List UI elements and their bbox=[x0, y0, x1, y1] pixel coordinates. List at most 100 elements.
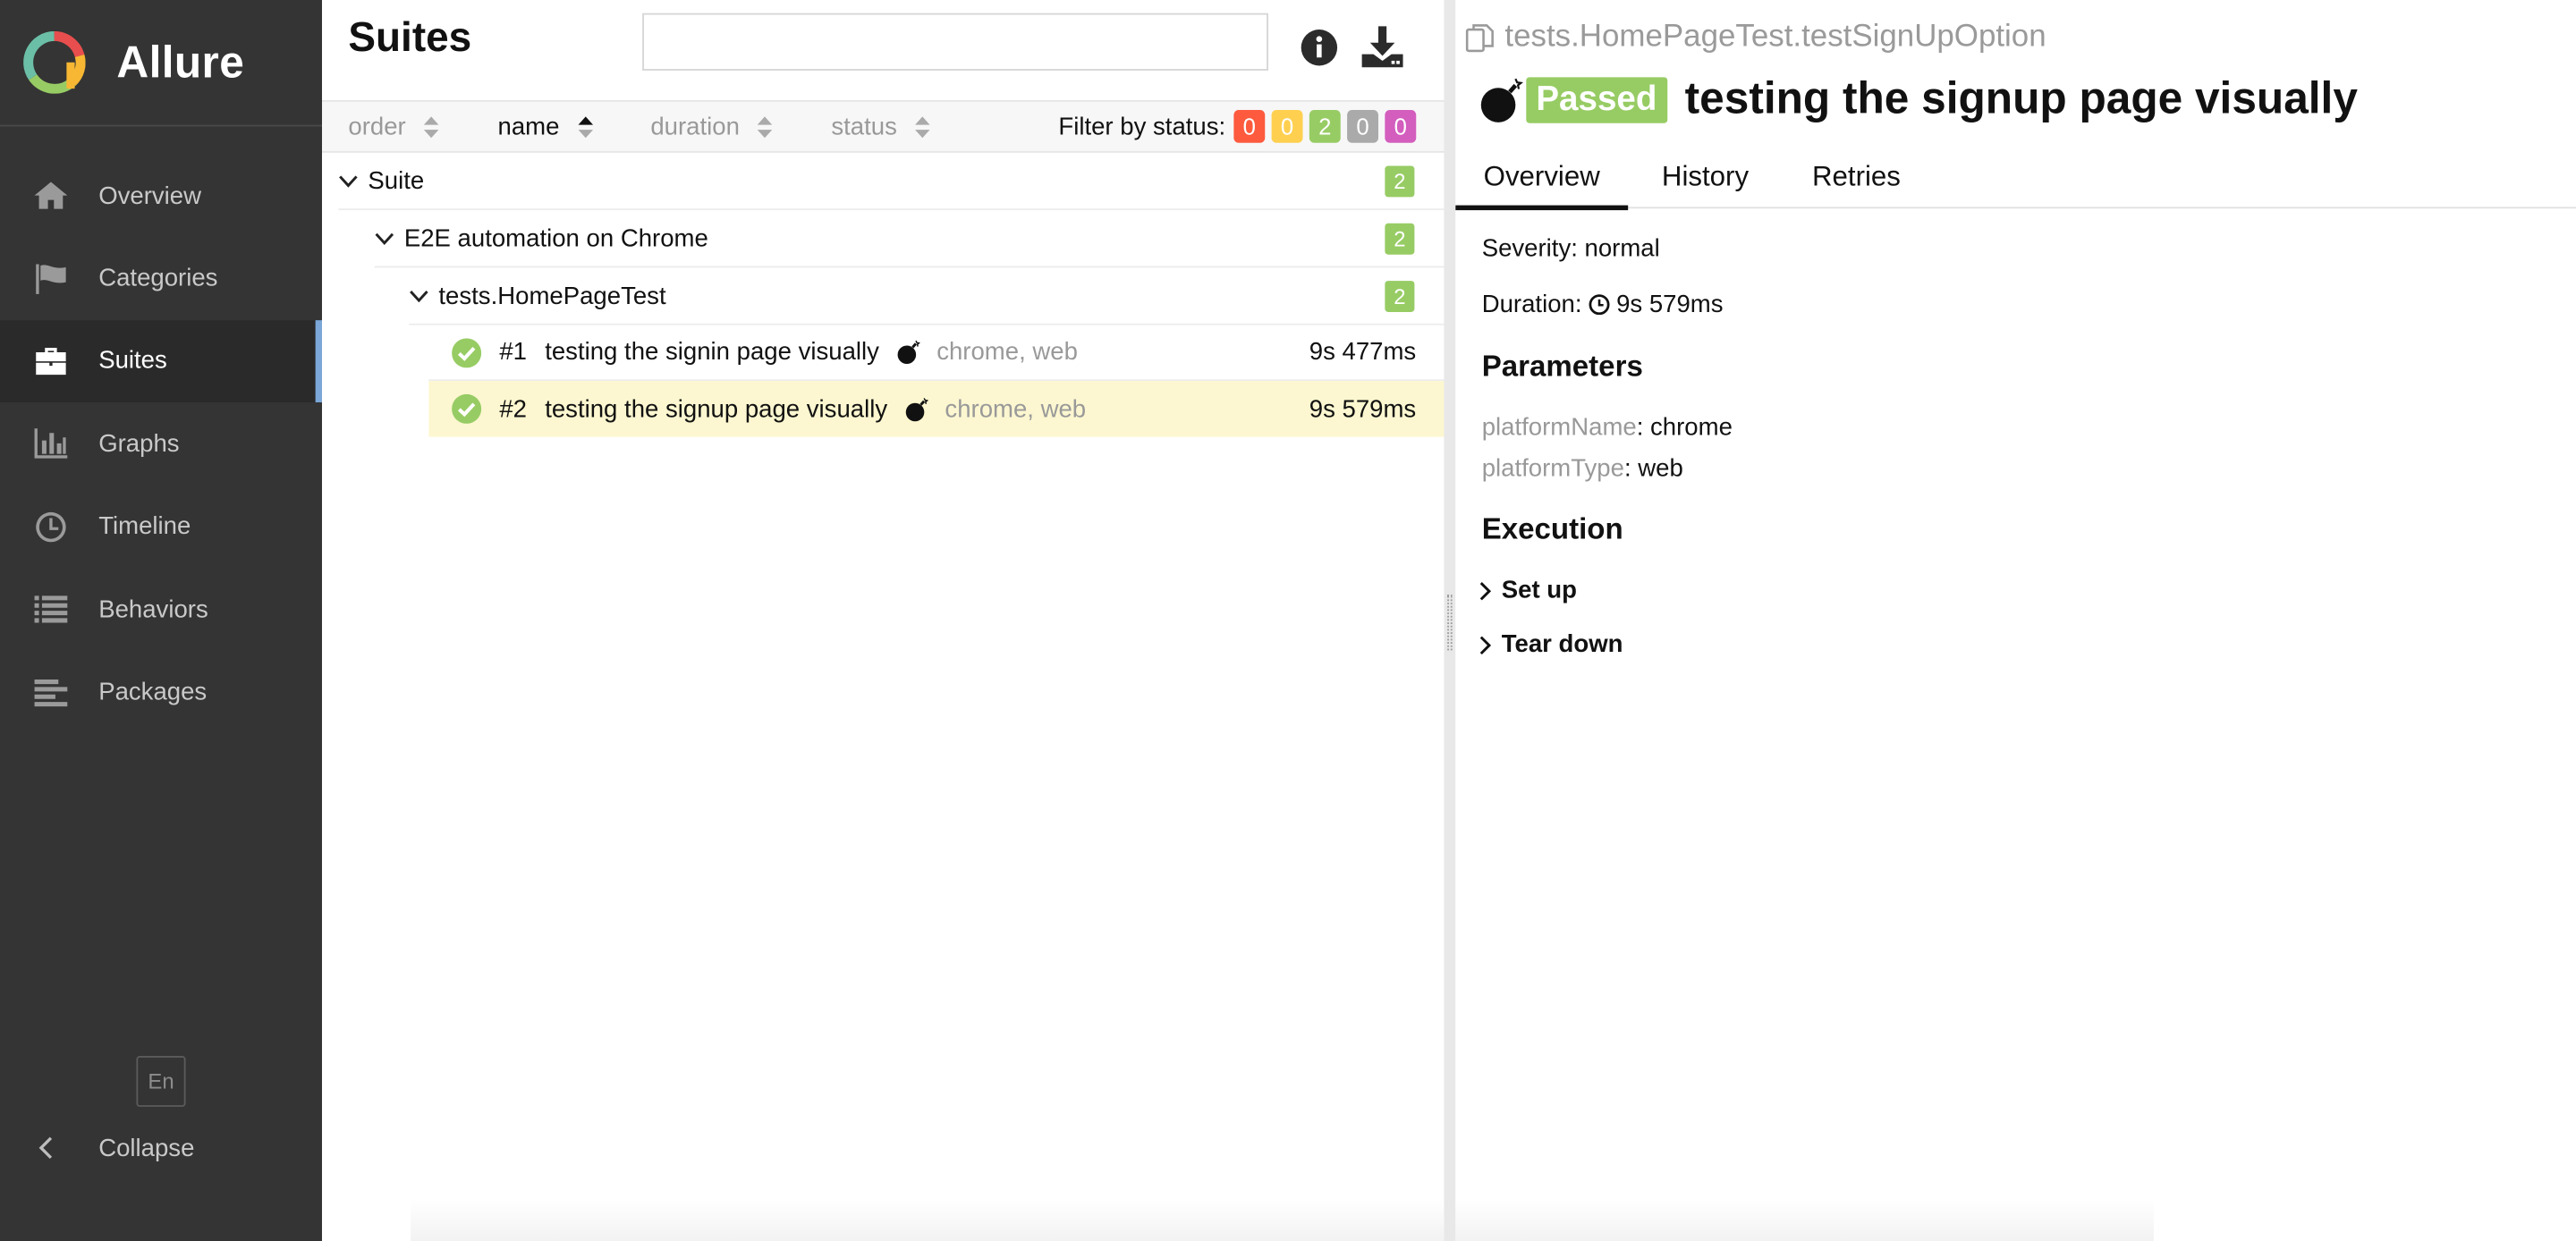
test-number: #1 bbox=[499, 338, 528, 367]
sidebar-item-packages[interactable]: Packages bbox=[0, 651, 322, 734]
sidebar-item-label: Suites bbox=[98, 347, 167, 376]
allure-logo-icon bbox=[23, 30, 86, 94]
sort-status-label: status bbox=[831, 113, 897, 141]
bar-chart-icon bbox=[31, 426, 71, 461]
passed-icon bbox=[452, 337, 482, 367]
sidebar-item-behaviors[interactable]: Behaviors bbox=[0, 568, 322, 651]
filter-broken-badge[interactable]: 0 bbox=[1271, 110, 1303, 143]
sidebar-item-label: Graphs bbox=[98, 429, 180, 459]
collapse-button[interactable]: Collapse bbox=[0, 1123, 194, 1172]
test-name: testing the signin page visually bbox=[545, 338, 879, 367]
breadcrumb: tests.HomePageTest.testSignUpOption bbox=[1465, 20, 2046, 55]
bomb-icon bbox=[897, 340, 920, 365]
suites-panel: Suites order name duration status Filter… bbox=[321, 0, 1445, 1241]
step-set-up[interactable]: Set up bbox=[1479, 577, 1577, 604]
filter-passed-badge[interactable]: 2 bbox=[1309, 110, 1341, 143]
copy-icon[interactable] bbox=[1465, 23, 1495, 53]
count-badge: 2 bbox=[1385, 165, 1415, 198]
download-icon[interactable] bbox=[1360, 25, 1405, 70]
chevron-down-icon bbox=[339, 175, 358, 188]
page-title: Suites bbox=[348, 14, 472, 61]
splitter-grip[interactable] bbox=[1447, 594, 1453, 651]
test-details-panel: tests.HomePageTest.testSignUpOption Pass… bbox=[1455, 0, 2576, 1241]
info-icon[interactable] bbox=[1300, 28, 1339, 67]
sidebar-item-label: Behaviors bbox=[98, 595, 208, 624]
status-filter: Filter by status: 0 0 2 0 0 bbox=[1058, 110, 1417, 143]
briefcase-icon bbox=[31, 343, 71, 379]
tree-node-class[interactable]: tests.HomePageTest 2 bbox=[322, 267, 1445, 325]
sidebar: Allure Overview Categories Suites Graphs… bbox=[0, 0, 322, 1241]
sidebar-nav: Overview Categories Suites Graphs Timeli… bbox=[0, 155, 322, 734]
language-switch[interactable]: En bbox=[136, 1055, 186, 1107]
sort-duration-label: duration bbox=[650, 113, 740, 141]
list-icon bbox=[31, 591, 71, 627]
sidebar-item-graphs[interactable]: Graphs bbox=[0, 402, 322, 485]
sidebar-item-timeline[interactable]: Timeline bbox=[0, 485, 322, 569]
sidebar-item-suites[interactable]: Suites bbox=[0, 319, 322, 404]
sidebar-item-categories[interactable]: Categories bbox=[0, 237, 322, 320]
search-input[interactable] bbox=[642, 13, 1268, 71]
tree-node-label: Suite bbox=[368, 167, 425, 196]
flag-icon bbox=[31, 260, 71, 296]
chevron-right-icon bbox=[1479, 581, 1492, 600]
filter-label: Filter by status: bbox=[1058, 112, 1226, 141]
sidebar-item-overview[interactable]: Overview bbox=[0, 155, 322, 238]
chevron-down-icon bbox=[410, 291, 428, 303]
brand-name: Allure bbox=[116, 37, 245, 87]
severity: Severity: normal bbox=[1481, 234, 1660, 263]
test-title: testing the signup page visually bbox=[1684, 73, 2358, 123]
duration-value: 9s 579ms bbox=[1616, 291, 1724, 319]
filter-failed-badge[interactable]: 0 bbox=[1233, 110, 1266, 143]
breadcrumb-text: tests.HomePageTest.testSignUpOption bbox=[1504, 20, 2046, 55]
tab-retries[interactable]: Retries bbox=[1794, 145, 1919, 209]
parameter-key: platformType bbox=[1481, 454, 1624, 483]
sort-name-label: name bbox=[497, 113, 560, 141]
parameter-value: : chrome bbox=[1636, 413, 1733, 443]
test-row-selected[interactable]: #2 testing the signup page visually chro… bbox=[428, 381, 1445, 437]
bomb-icon bbox=[1480, 77, 1523, 122]
align-left-icon bbox=[31, 674, 71, 710]
sort-status[interactable]: status bbox=[831, 113, 930, 141]
test-number: #2 bbox=[499, 394, 528, 423]
count-badge: 2 bbox=[1385, 281, 1415, 312]
sort-duration[interactable]: duration bbox=[650, 113, 773, 141]
sort-icon bbox=[915, 116, 930, 139]
chevron-left-icon bbox=[38, 1136, 53, 1160]
test-row[interactable]: #1 testing the signin page visually chro… bbox=[428, 325, 1445, 382]
scroll-shadow bbox=[411, 1198, 1445, 1241]
filter-skipped-badge[interactable]: 0 bbox=[1347, 110, 1378, 143]
parameter-row: platformName : chrome bbox=[1482, 414, 1733, 442]
tree-node-group[interactable]: E2E automation on Chrome 2 bbox=[322, 210, 1445, 268]
step-tear-down[interactable]: Tear down bbox=[1479, 630, 1623, 659]
passed-icon bbox=[452, 393, 482, 424]
collapse-label: Collapse bbox=[98, 1134, 195, 1162]
clock-icon bbox=[1589, 294, 1610, 316]
sort-icon bbox=[423, 116, 439, 139]
execution-heading: Execution bbox=[1481, 512, 1623, 545]
step-label: Tear down bbox=[1501, 630, 1623, 659]
brand[interactable]: Allure bbox=[0, 0, 322, 127]
filter-unknown-badge[interactable]: 0 bbox=[1385, 110, 1417, 143]
sort-order-label: order bbox=[348, 113, 406, 141]
tree-node-label: tests.HomePageTest bbox=[438, 282, 666, 311]
tree-node-suite[interactable]: Suite 2 bbox=[322, 153, 1445, 211]
test-parameters: chrome, web bbox=[936, 338, 1078, 367]
home-icon bbox=[31, 178, 71, 214]
tab-history[interactable]: History bbox=[1645, 145, 1767, 209]
count-badge: 2 bbox=[1385, 223, 1415, 255]
sidebar-item-label: Timeline bbox=[98, 512, 191, 541]
sort-name[interactable]: name bbox=[498, 114, 593, 141]
clock-icon bbox=[31, 509, 71, 545]
parameter-value: : web bbox=[1623, 454, 1683, 483]
sort-order[interactable]: order bbox=[348, 113, 439, 141]
sidebar-item-label: Packages bbox=[98, 678, 208, 706]
tab-overview[interactable]: Overview bbox=[1455, 145, 1629, 211]
chevron-down-icon bbox=[375, 232, 394, 246]
sidebar-item-label: Overview bbox=[98, 182, 202, 210]
parameter-key: platformName bbox=[1481, 413, 1637, 443]
test-parameters: chrome, web bbox=[945, 394, 1087, 423]
tree-node-label: E2E automation on Chrome bbox=[403, 224, 708, 253]
duration-label: Duration: bbox=[1481, 291, 1582, 319]
duration: Duration: 9s 579ms bbox=[1482, 291, 1724, 318]
sort-bar: order name duration status Filter by sta… bbox=[321, 100, 1445, 153]
